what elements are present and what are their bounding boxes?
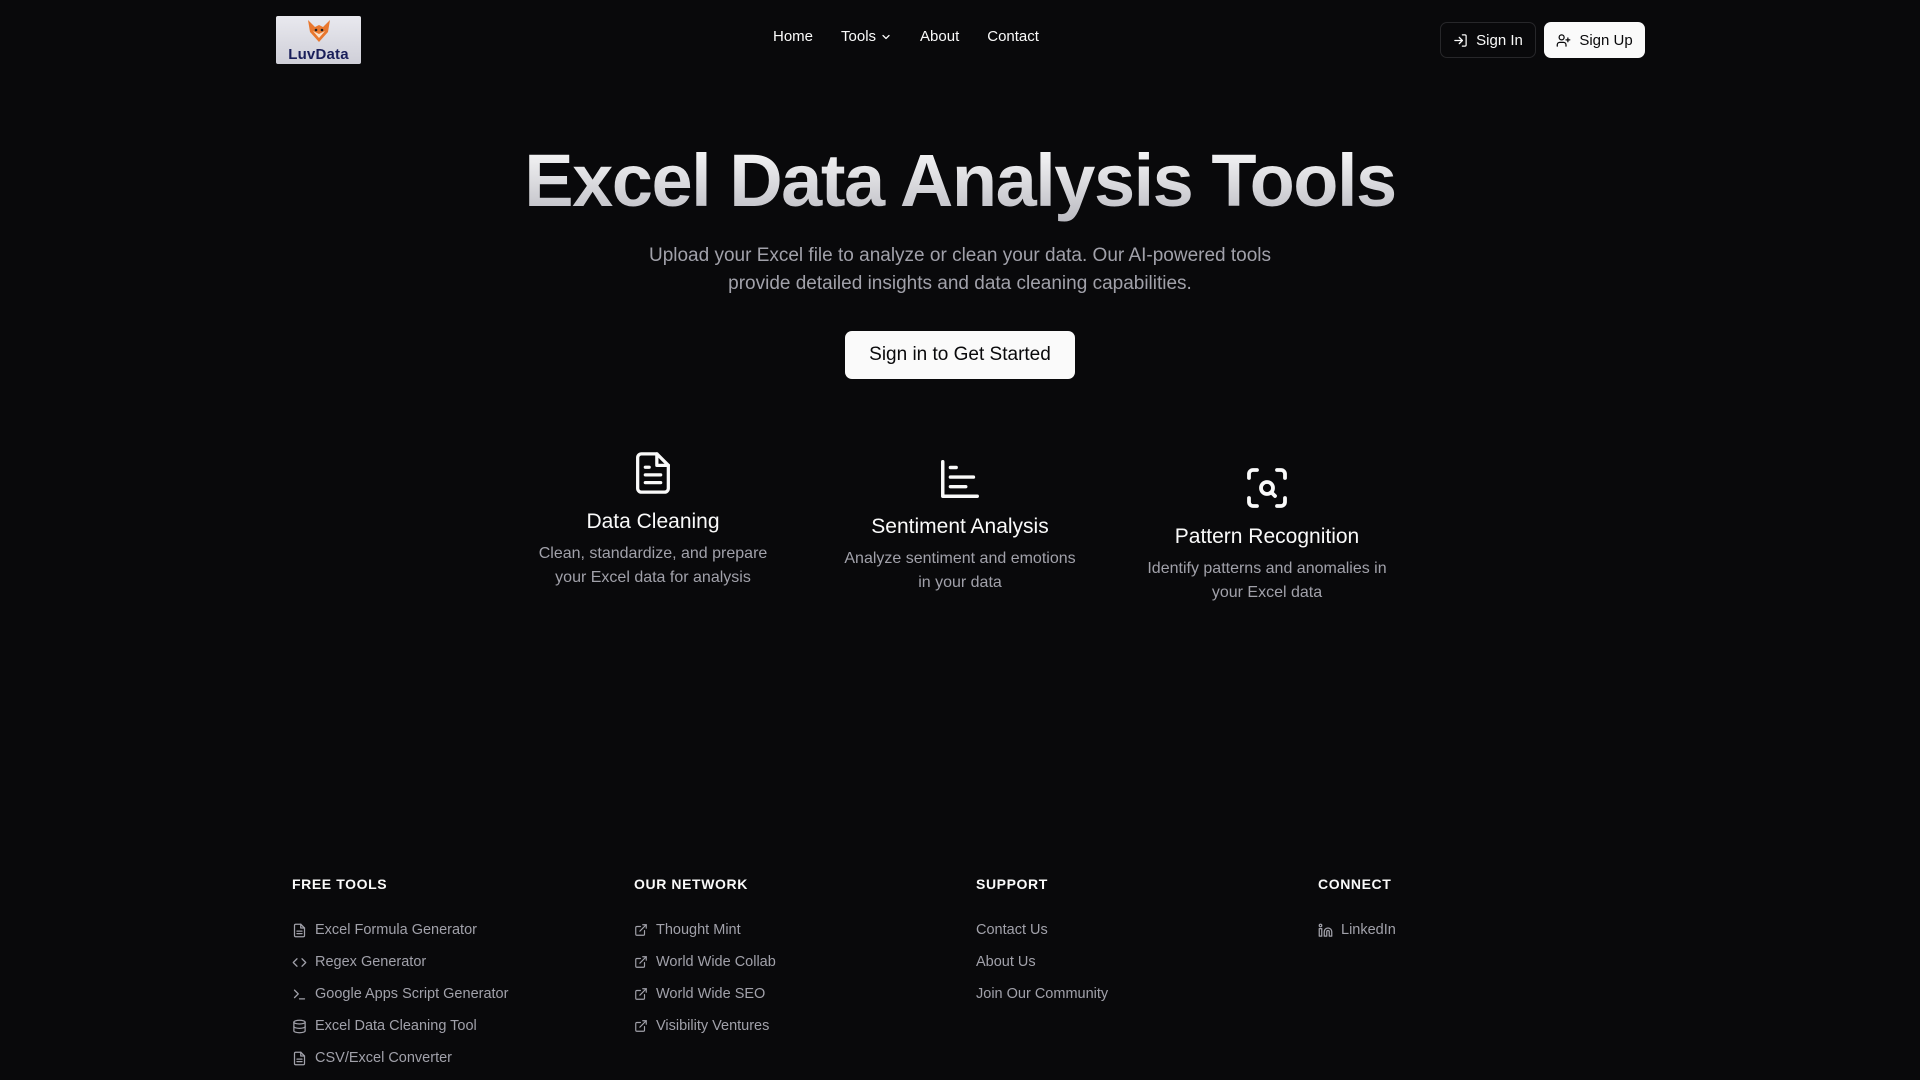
main-nav: Home Tools About Contact — [773, 28, 1039, 45]
footer-link-label: LinkedIn — [1341, 922, 1396, 938]
footer-link-label: World Wide SEO — [656, 986, 766, 1002]
hero-title: Excel Data Analysis Tools — [0, 138, 1920, 223]
sign-in-button[interactable]: Sign In — [1440, 22, 1536, 58]
feature-description: Analyze sentiment and emotions in your d… — [844, 550, 1076, 591]
footer-link-excel-formula-generator[interactable]: Excel Formula Generator — [292, 914, 508, 946]
user-plus-icon — [1556, 33, 1571, 47]
external-link-icon — [635, 988, 647, 1000]
nav-about-label: About — [920, 28, 960, 45]
feature-title: Pattern Recognition — [1174, 525, 1360, 548]
chevron-down-icon — [882, 34, 890, 39]
footer-link-label: Visibility Ventures — [656, 1018, 770, 1034]
feature-sentiment-analysis: Sentiment Analysis Analyze sentiment and… — [840, 455, 1080, 595]
get-started-button[interactable]: Sign in to Get Started — [845, 331, 1075, 379]
nav-home[interactable]: Home — [773, 28, 813, 45]
log-in-icon — [1454, 33, 1467, 47]
footer-link-csv-excel-converter[interactable]: CSV/Excel Converter — [292, 1042, 508, 1074]
linkedin-icon — [1318, 923, 1333, 937]
logo-text: LuvData — [288, 46, 349, 63]
nav-contact-label: Contact — [987, 28, 1039, 45]
external-link-icon — [635, 956, 647, 968]
nav-contact[interactable]: Contact — [987, 28, 1039, 45]
feature-description: Clean, standardize, and prepare your Exc… — [538, 545, 768, 586]
file-text-icon — [636, 452, 670, 494]
footer-link-label: About Us — [976, 954, 1036, 970]
footer-column-connect: CONNECT LinkedIn — [1318, 876, 1396, 946]
footer-link-label: Regex Generator — [315, 954, 427, 970]
footer-link-label: Thought Mint — [656, 922, 741, 938]
external-link-icon — [635, 924, 647, 936]
footer-column-free-tools: FREE TOOLS Excel Formula Generator Regex… — [292, 876, 508, 1074]
database-icon — [293, 1019, 306, 1033]
footer-heading: CONNECT — [1318, 876, 1392, 892]
footer-link-label: Excel Data Cleaning Tool — [315, 1018, 477, 1034]
hero-subtitle-line-2: provide detailed insights and data clean… — [728, 273, 1192, 294]
footer-link-about-us[interactable]: About Us — [976, 946, 1108, 978]
sign-up-label: Sign Up — [1579, 31, 1633, 49]
footer-link-label: World Wide Collab — [656, 954, 776, 970]
nav-tools-dropdown[interactable]: Tools — [841, 28, 892, 45]
footer-heading: FREE TOOLS — [292, 876, 388, 892]
footer-link-visibility-ventures[interactable]: Visibility Ventures — [634, 1010, 776, 1042]
file-text-icon — [293, 923, 306, 937]
footer-link-join-our-community[interactable]: Join Our Community — [976, 978, 1108, 1010]
footer-link-label: CSV/Excel Converter — [315, 1050, 452, 1066]
bar-chart-icon — [941, 460, 979, 498]
external-link-icon — [635, 1020, 647, 1032]
page: LuvData Home Tools About Contact Sign In… — [0, 0, 1920, 1080]
file-text-icon — [293, 1051, 306, 1065]
footer-link-world-wide-seo[interactable]: World Wide SEO — [634, 978, 776, 1010]
footer-link-google-apps-script-generator[interactable]: Google Apps Script Generator — [292, 978, 508, 1010]
fox-logo-icon — [308, 20, 330, 42]
sign-up-button[interactable]: Sign Up — [1544, 22, 1645, 58]
nav-about[interactable]: About — [920, 28, 959, 45]
hero-subtitle-line-1: Upload your Excel file to analyze or cle… — [648, 245, 1272, 266]
footer-link-regex-generator[interactable]: Regex Generator — [292, 946, 508, 978]
nav-home-label: Home — [773, 28, 814, 45]
nav-tools-label: Tools — [841, 28, 877, 45]
footer-link-label: Excel Formula Generator — [315, 922, 477, 938]
footer-heading: OUR NETWORK — [634, 876, 748, 892]
brand-logo[interactable]: LuvData — [276, 16, 361, 64]
footer-heading: SUPPORT — [976, 876, 1048, 892]
feature-title: Data Cleaning — [586, 510, 720, 533]
footer-link-linkedin[interactable]: LinkedIn — [1318, 914, 1396, 946]
footer-link-label: Contact Us — [976, 922, 1048, 938]
feature-pattern-recognition: Pattern Recognition Identify patterns an… — [1147, 463, 1387, 605]
footer-link-thought-mint[interactable]: Thought Mint — [634, 914, 776, 946]
feature-title: Sentiment Analysis — [871, 515, 1049, 538]
sign-in-label: Sign In — [1476, 31, 1523, 49]
footer-link-world-wide-collab[interactable]: World Wide Collab — [634, 946, 776, 978]
feature-description: Identify patterns and anomalies in your … — [1147, 560, 1387, 601]
footer-link-contact-us[interactable]: Contact Us — [976, 914, 1108, 946]
scan-search-icon — [1247, 468, 1287, 508]
footer-link-label: Google Apps Script Generator — [315, 986, 509, 1002]
feature-data-cleaning: Data Cleaning Clean, standardize, and pr… — [533, 448, 773, 590]
site-header: LuvData Home Tools About Contact Sign In… — [0, 0, 1920, 80]
footer-link-label: Join Our Community — [976, 986, 1109, 1002]
hero-subtitle: Upload your Excel file to analyze or cle… — [630, 242, 1290, 298]
terminal-icon — [293, 989, 306, 999]
footer-column-our-network: OUR NETWORK Thought Mint World Wide Coll… — [634, 876, 776, 1042]
code-icon — [292, 957, 307, 967]
footer-link-excel-data-cleaning-tool[interactable]: Excel Data Cleaning Tool — [292, 1010, 508, 1042]
footer-column-support: SUPPORT Contact Us About Us Join Our Com… — [976, 876, 1108, 1010]
